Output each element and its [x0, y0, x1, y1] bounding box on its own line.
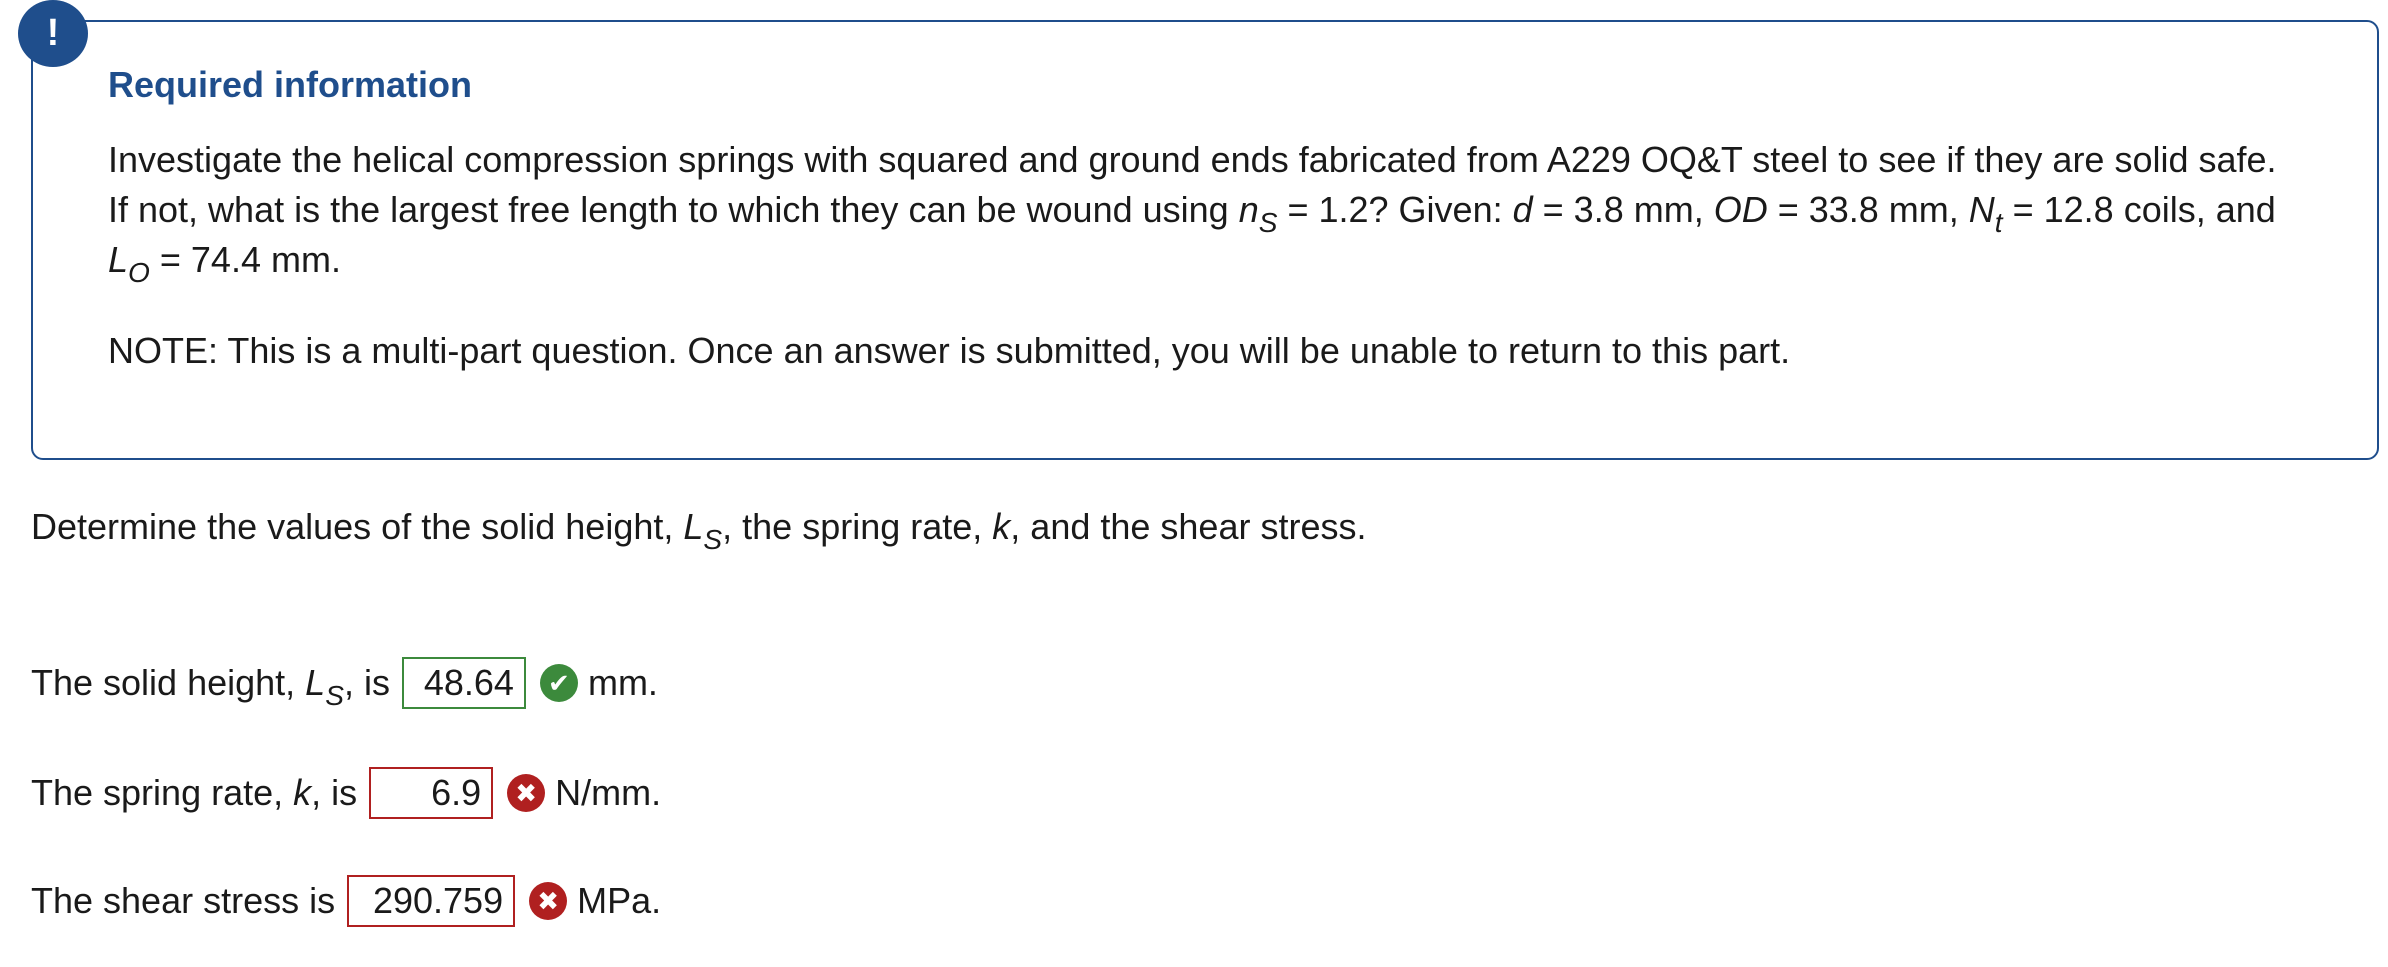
alert-icon: !	[18, 0, 88, 67]
answer-label: The spring rate, k, is	[31, 772, 358, 813]
spring-rate-input[interactable]: 6.9	[369, 767, 494, 819]
answer-row-solid-height: The solid height, LS, is 48.64 ✔ mm.	[31, 655, 658, 711]
answer-row-spring-rate: The spring rate, k, is 6.9 ✖ N/mm.	[31, 765, 661, 821]
question-prompt: Determine the values of the solid height…	[31, 506, 1367, 555]
answer-unit: mm.	[587, 662, 658, 703]
answer-label: The shear stress is	[31, 880, 336, 921]
answer-unit: N/mm.	[555, 772, 662, 813]
x-icon: ✖	[529, 882, 568, 920]
required-information-title: Required information	[108, 64, 473, 105]
multi-part-note: NOTE: This is a multi-part question. Onc…	[108, 330, 1791, 371]
solid-height-input[interactable]: 48.64	[401, 657, 526, 709]
check-icon: ✔	[539, 664, 578, 702]
answer-row-shear-stress: The shear stress is 290.759 ✖ MPa.	[31, 873, 661, 929]
problem-statement: Investigate the helical compression spri…	[108, 139, 2277, 288]
answer-unit: MPa.	[577, 880, 662, 921]
answer-label: The solid height, LS, is	[31, 662, 390, 711]
shear-stress-input[interactable]: 290.759	[347, 875, 516, 927]
x-icon: ✖	[507, 774, 546, 812]
